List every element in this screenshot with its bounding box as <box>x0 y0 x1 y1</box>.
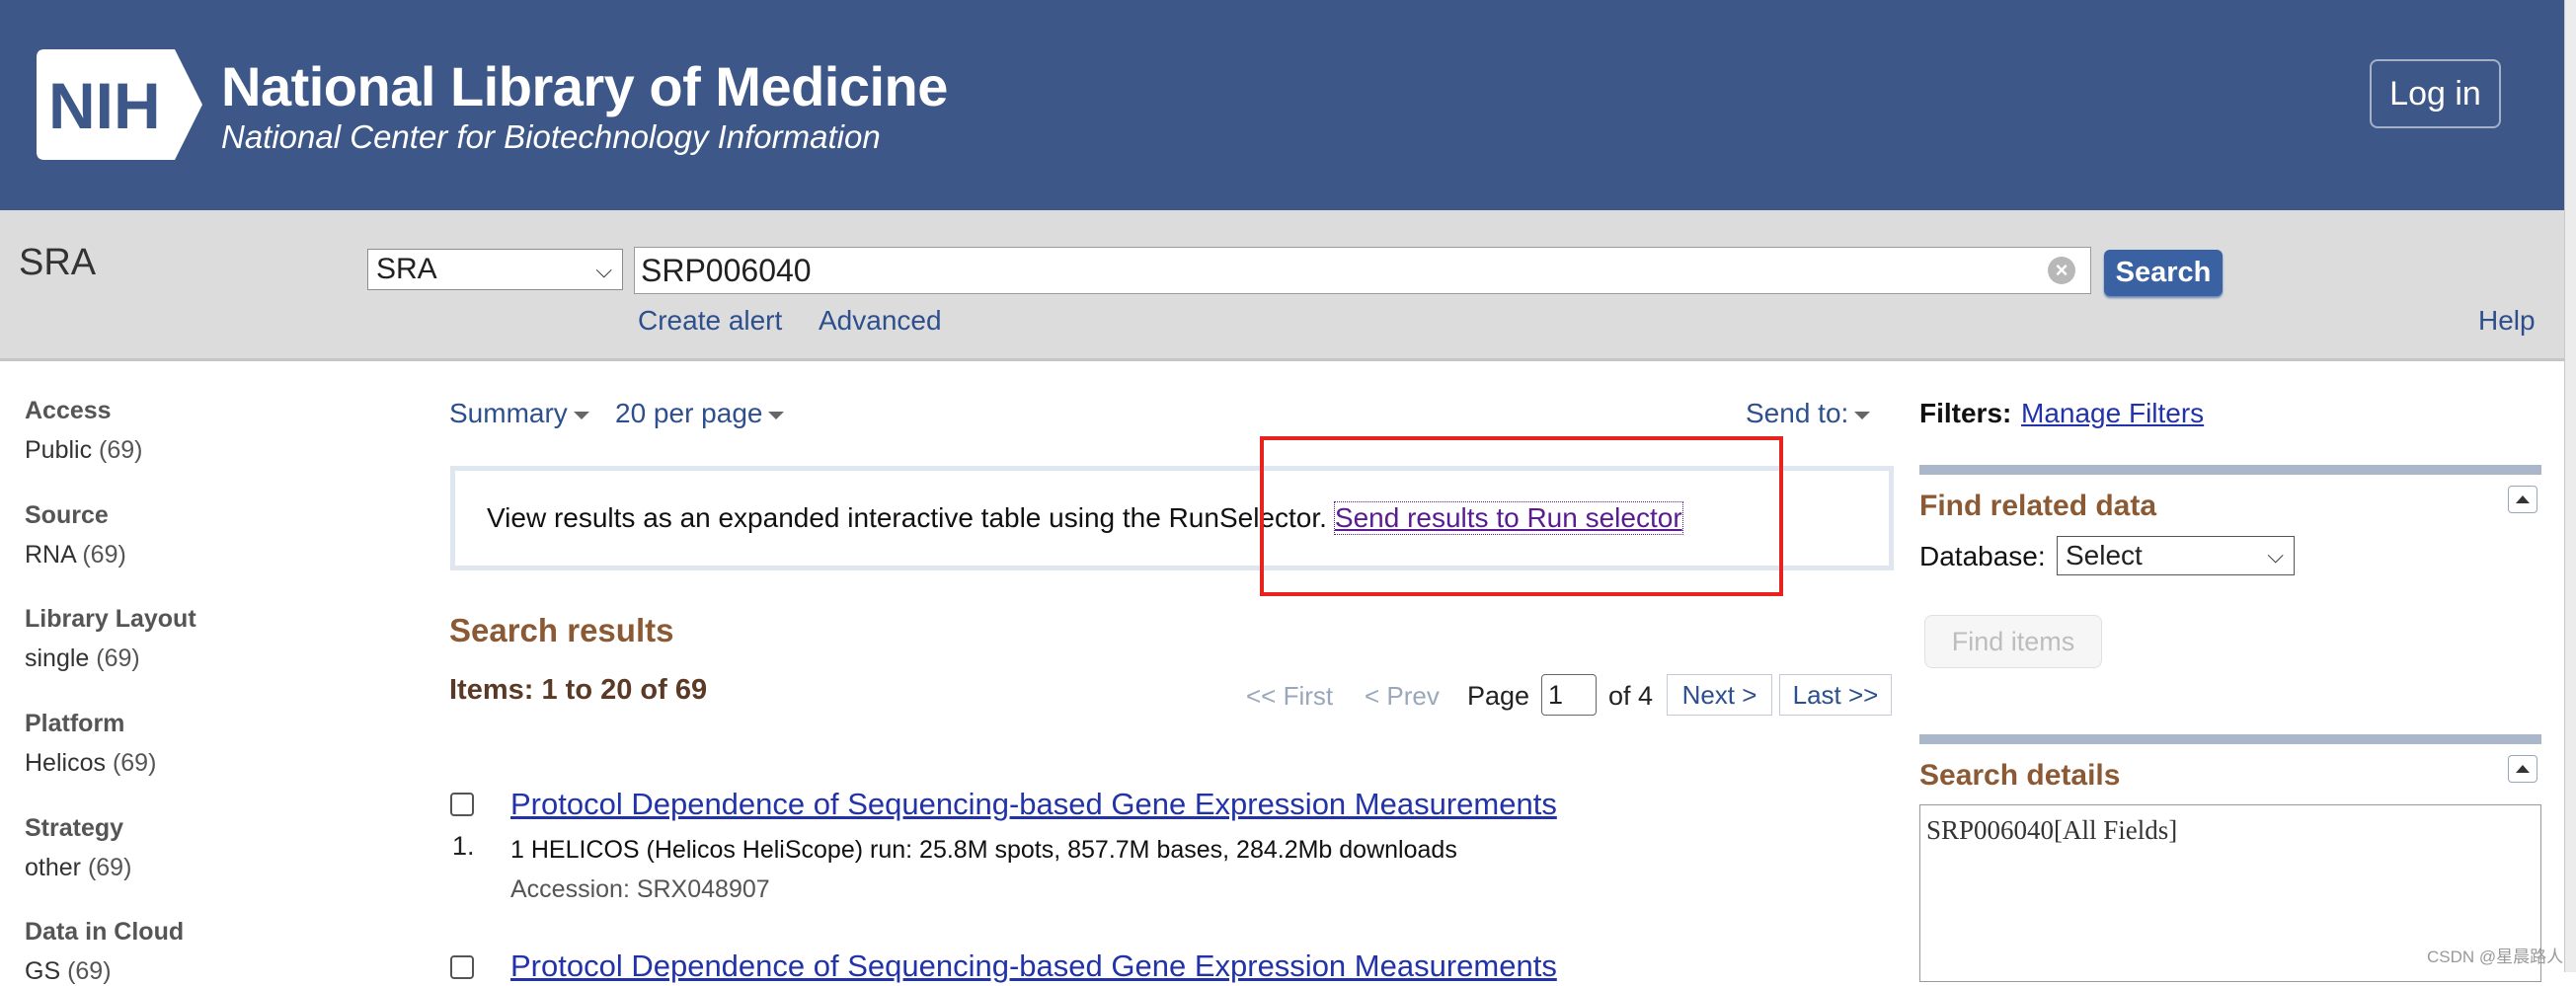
database-label: Database: <box>1919 541 2046 571</box>
search-results-title: Search results <box>449 612 674 648</box>
facet-heading-strategy: Strategy <box>25 814 124 842</box>
page-scrollbar[interactable] <box>2564 0 2576 972</box>
collapse-toggle-icon[interactable] <box>2508 755 2537 783</box>
run-selector-text: View results as an expanded interactive … <box>487 502 1327 533</box>
send-to-menu[interactable]: Send to: <box>1746 398 1871 429</box>
site-title[interactable]: National Library of Medicine <box>221 54 948 118</box>
facet-item-rna[interactable]: RNA (69) <box>25 541 126 569</box>
nih-logo-icon[interactable]: NIH <box>37 49 202 160</box>
caret-down-icon <box>573 411 589 419</box>
advanced-search-link[interactable]: Advanced <box>819 305 942 337</box>
search-button[interactable]: Search <box>2104 250 2223 296</box>
facet-item-helicos[interactable]: Helicos (69) <box>25 749 156 778</box>
help-link[interactable]: Help <box>2478 305 2536 337</box>
facet-heading-library-layout: Library Layout <box>25 605 196 633</box>
pager-first[interactable]: << First <box>1246 681 1333 712</box>
related-database-select[interactable]: Select ⌵ <box>2057 536 2295 575</box>
result-number: 1. <box>452 831 475 861</box>
facet-heading-access: Access <box>25 397 112 424</box>
search-input-value: SRP006040 <box>641 252 812 288</box>
search-input[interactable]: SRP006040 <box>634 247 2091 294</box>
watermark: CSDN @星晨路人 <box>2427 948 2564 966</box>
collapse-toggle-icon[interactable] <box>2508 486 2537 513</box>
database-select-value: SRA <box>376 253 437 285</box>
related-database-value: Select <box>2066 540 2143 570</box>
pager-last-button[interactable]: Last >> <box>1779 674 1892 716</box>
result-title-link[interactable]: Protocol Dependence of Sequencing-based … <box>510 948 1557 984</box>
facet-item-public[interactable]: Public (69) <box>25 436 143 465</box>
search-details-title: Search details <box>1919 759 2121 792</box>
pager-page-label: Page <box>1467 681 1530 711</box>
manage-filters-link[interactable]: Manage Filters <box>2021 398 2204 429</box>
login-button[interactable]: Log in <box>2370 59 2501 128</box>
facet-heading-platform: Platform <box>25 710 125 737</box>
pager-prev[interactable]: < Prev <box>1365 681 1440 712</box>
facet-heading-data-in-cloud: Data in Cloud <box>25 918 185 946</box>
annotation-highlight-box <box>1260 436 1783 596</box>
database-select[interactable]: SRA ⌵ <box>367 249 623 290</box>
pager-next-button[interactable]: Next > <box>1667 674 1772 716</box>
result-accession: Accession: SRX048907 <box>510 875 770 903</box>
clear-search-icon[interactable]: × <box>2048 257 2075 284</box>
panel-divider <box>1919 734 2541 744</box>
create-alert-link[interactable]: Create alert <box>638 305 782 337</box>
site-subtitle[interactable]: National Center for Biotechnology Inform… <box>221 118 881 156</box>
result-checkbox[interactable] <box>450 955 474 979</box>
items-count: Items: 1 to 20 of 69 <box>449 674 708 706</box>
svg-text:NIH: NIH <box>48 69 161 142</box>
per-page-menu[interactable]: 20 per page <box>615 398 785 429</box>
chevron-down-icon: ⌵ <box>595 258 612 282</box>
caret-down-icon <box>768 411 785 419</box>
display-format-menu[interactable]: Summary <box>449 398 589 429</box>
result-description: 1 HELICOS (Helicos HeliScope) run: 25.8M… <box>510 836 1457 864</box>
caret-down-icon <box>1854 411 1871 419</box>
pager-page-input[interactable]: 1 <box>1541 674 1597 716</box>
filters-label: Filters: <box>1919 398 2012 428</box>
facet-heading-source: Source <box>25 501 109 529</box>
result-title-link[interactable]: Protocol Dependence of Sequencing-based … <box>510 787 1557 822</box>
database-name: SRA <box>19 242 97 283</box>
facet-item-single[interactable]: single (69) <box>25 645 140 673</box>
find-items-button[interactable]: Find items <box>1924 615 2102 668</box>
panel-divider <box>1919 465 2541 475</box>
result-checkbox[interactable] <box>450 793 474 816</box>
facet-item-other[interactable]: other (69) <box>25 854 131 882</box>
chevron-down-icon: ⌵ <box>2267 543 2284 568</box>
pager-total: of 4 <box>1608 681 1654 711</box>
find-related-title: Find related data <box>1919 490 2157 522</box>
